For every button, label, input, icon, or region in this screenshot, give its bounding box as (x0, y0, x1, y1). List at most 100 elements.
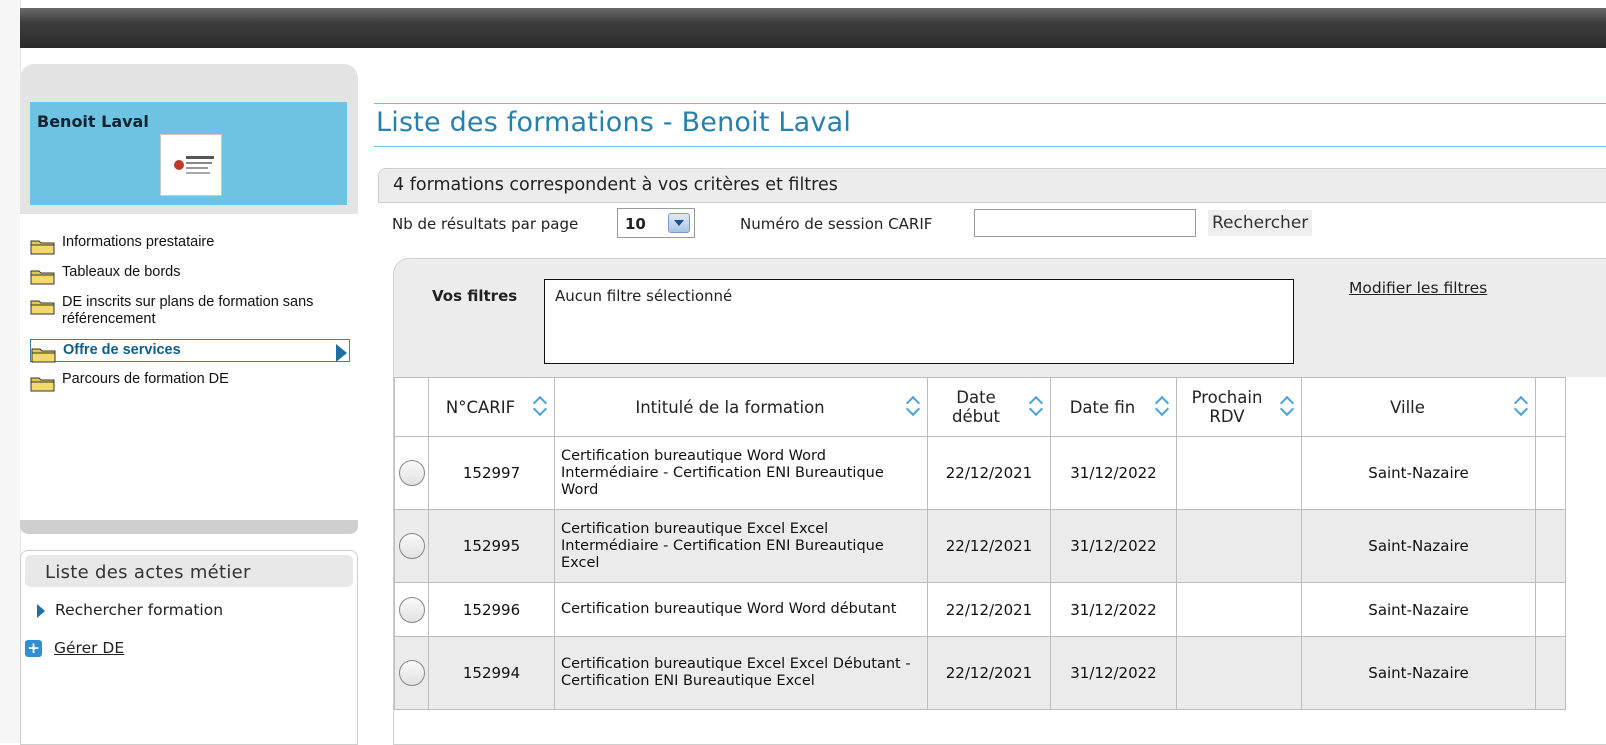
column-header-date-debut[interactable]: Date début (927, 377, 1051, 437)
table-row[interactable]: 152994 Certification bureautique Excel E… (394, 636, 1566, 710)
filler-cell (1535, 509, 1566, 583)
end-date-cell: 31/12/2022 (1050, 582, 1177, 637)
sidebar-item-label: Parcours de formation DE (62, 371, 229, 387)
profile-card: Benoit Laval (30, 102, 347, 205)
plus-icon: + (25, 640, 42, 657)
company-logo (160, 134, 222, 196)
sidebar-footer (20, 520, 358, 534)
filters-label: Vos filtres (432, 287, 518, 305)
session-carif-input[interactable] (974, 209, 1196, 237)
sidebar-item-offre-de-services[interactable]: Offre de services (30, 339, 350, 363)
actes-metier-panel: Liste des actes métier Rechercher format… (20, 550, 358, 745)
arrow-right-icon (336, 344, 347, 362)
results-per-page-select[interactable]: 10 (617, 208, 695, 238)
city-cell: Saint-Nazaire (1301, 582, 1536, 637)
sidebar-item-parcours-de-formation[interactable]: Parcours de formation DE (30, 369, 350, 392)
results-per-page-value: 10 (625, 215, 646, 233)
sort-icon (1156, 395, 1168, 417)
title-cell: Certification bureautique Excel Excel Dé… (554, 636, 928, 710)
column-header-label: Date début (951, 388, 1001, 426)
sort-icon (534, 395, 546, 417)
session-carif-label: Numéro de session CARIF (740, 215, 933, 233)
city-cell: Saint-Nazaire (1301, 509, 1536, 583)
rdv-cell (1176, 509, 1302, 583)
acte-label: Rechercher formation (55, 601, 224, 619)
filters-zone: Vos filtres Aucun filtre sélectionné Mod… (394, 259, 1606, 377)
window-edge (0, 0, 21, 743)
sidebar-panel: Benoit Laval Informations prestataire Ta… (20, 64, 358, 534)
sort-icon (1030, 395, 1042, 417)
row-radio[interactable] (398, 660, 425, 686)
row-select-cell (394, 582, 429, 637)
column-header-intitule[interactable]: Intitulé de la formation (554, 377, 928, 437)
actes-header: Liste des actes métier (25, 555, 353, 587)
column-header-carif[interactable]: N°CARIF (428, 377, 555, 437)
gerer-de-link[interactable]: + Gérer DE (25, 639, 124, 657)
actes-title: Liste des actes métier (45, 562, 251, 583)
table-row[interactable]: 152996 Certification bureautique Word Wo… (394, 582, 1566, 637)
start-date-cell: 22/12/2021 (927, 582, 1051, 637)
carif-cell: 152996 (428, 582, 555, 637)
row-radio[interactable] (398, 596, 425, 623)
rechercher-formation-link[interactable]: Rechercher formation (37, 601, 223, 619)
end-date-cell: 31/12/2022 (1050, 636, 1177, 710)
results-count: 4 formations correspondent à vos critère… (393, 175, 838, 195)
folder-icon (30, 270, 55, 285)
sidebar-item-label: Tableaux de bords (62, 264, 181, 280)
table-row[interactable]: 152997 Certification bureautique Word Wo… (394, 436, 1566, 510)
title-cell: Certification bureautique Word Word Inte… (554, 436, 928, 510)
scrollbar-column (1535, 377, 1566, 437)
filler-cell (1535, 582, 1566, 637)
sidebar-item-label: Offre de services (63, 342, 181, 358)
city-cell: Saint-Nazaire (1301, 636, 1536, 710)
modify-filters-link[interactable]: Modifier les filtres (1349, 279, 1487, 297)
folder-icon (30, 300, 55, 315)
column-header-ville[interactable]: Ville (1301, 377, 1536, 437)
sort-icon (907, 395, 919, 417)
top-header-bar (20, 8, 1606, 48)
start-date-cell: 22/12/2021 (927, 509, 1051, 583)
sort-icon (1281, 395, 1293, 417)
carif-cell: 152997 (428, 436, 555, 510)
sidebar-item-label: Informations prestataire (62, 234, 215, 250)
carif-cell: 152995 (428, 509, 555, 583)
start-date-cell: 22/12/2021 (927, 636, 1051, 710)
rdv-cell (1176, 436, 1302, 510)
column-header-label: Date fin (1069, 397, 1136, 417)
folder-icon (31, 348, 56, 363)
column-header-label: Intitulé de la formation (635, 397, 825, 417)
acte-label[interactable]: Gérer DE (54, 639, 124, 657)
triangle-right-icon (37, 603, 45, 618)
row-select-cell (394, 509, 429, 583)
results-count-bar: 4 formations correspondent à vos critère… (378, 168, 1606, 203)
results-panel: Vos filtres Aucun filtre sélectionné Mod… (393, 258, 1606, 745)
row-select-cell (394, 636, 429, 710)
profile-name: Benoit Laval (37, 112, 149, 131)
column-header-prochain-rdv[interactable]: Prochain RDV (1176, 377, 1302, 437)
filters-box: Aucun filtre sélectionné (544, 279, 1294, 364)
sidebar-item-label: DE inscrits sur plans de formation sans … (62, 294, 314, 327)
row-radio[interactable] (398, 460, 425, 486)
table-header-row: N°CARIF Intitulé de la formation Date dé… (394, 377, 1566, 437)
results-table: N°CARIF Intitulé de la formation Date dé… (394, 377, 1566, 710)
sidebar-item-de-inscrits[interactable]: DE inscrits sur plans de formation sans … (30, 292, 350, 330)
row-radio[interactable] (398, 533, 425, 559)
end-date-cell: 31/12/2022 (1050, 509, 1177, 583)
results-per-page-label: Nb de résultats par page (392, 215, 579, 233)
filler-cell (1535, 436, 1566, 510)
city-cell: Saint-Nazaire (1301, 436, 1536, 510)
column-header-date-fin[interactable]: Date fin (1050, 377, 1177, 437)
chevron-down-icon (668, 213, 690, 233)
column-header-label: N°CARIF (445, 397, 516, 417)
carif-cell: 152994 (428, 636, 555, 710)
filters-text: Aucun filtre sélectionné (555, 287, 733, 305)
sidebar-item-informations-prestataire[interactable]: Informations prestataire (30, 232, 350, 255)
rdv-cell (1176, 582, 1302, 637)
folder-icon (30, 240, 55, 255)
row-select-cell (394, 436, 429, 510)
table-row[interactable]: 152995 Certification bureautique Excel E… (394, 509, 1566, 583)
sidebar-menu: Informations prestataire Tableaux de bor… (30, 232, 350, 399)
search-button[interactable]: Rechercher (1208, 210, 1313, 236)
sidebar-item-tableaux-de-bords[interactable]: Tableaux de bords (30, 262, 350, 285)
title-cell: Certification bureautique Excel Excel In… (554, 509, 928, 583)
